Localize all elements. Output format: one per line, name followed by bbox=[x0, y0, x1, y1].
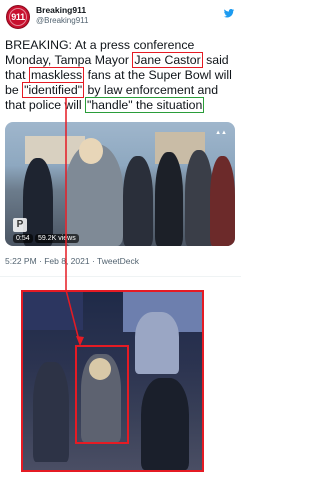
tweet-header: 911 Breaking911 @Breaking911 bbox=[6, 5, 235, 29]
network-logo-icon: ▲▲ bbox=[215, 130, 227, 136]
person bbox=[79, 138, 103, 164]
account-name[interactable]: Breaking911 bbox=[36, 5, 86, 15]
person bbox=[185, 150, 213, 246]
avatar-text: 911 bbox=[11, 12, 25, 22]
highlight-box bbox=[75, 345, 129, 444]
avatar[interactable]: 911 bbox=[6, 5, 30, 29]
fan-figure bbox=[141, 378, 189, 470]
highlight-jane-castor: Jane Castor bbox=[132, 51, 203, 68]
person bbox=[23, 158, 53, 246]
account-handle[interactable]: @Breaking911 bbox=[36, 16, 88, 25]
tweet-meta[interactable]: 5:22 PM · Feb 8, 2021 · TweetDeck bbox=[5, 256, 139, 266]
divider bbox=[0, 276, 241, 277]
video-player[interactable]: ▲▲ P 0:54 59.2K views bbox=[5, 122, 235, 246]
fan-figure bbox=[33, 362, 69, 462]
channel-logo: P bbox=[13, 218, 27, 232]
person bbox=[210, 156, 235, 246]
video-duration: 0:54 bbox=[13, 234, 33, 243]
twitter-bird-icon bbox=[223, 9, 235, 18]
crowd-photo bbox=[21, 290, 204, 472]
person bbox=[155, 152, 183, 246]
person bbox=[123, 156, 153, 246]
background-sign bbox=[23, 292, 83, 330]
highlight-identified: "identified" bbox=[22, 81, 85, 98]
fan-figure bbox=[135, 312, 179, 374]
tweet-text: BREAKING: At a press conference Monday, … bbox=[5, 38, 237, 113]
video-views: 59.2K views bbox=[35, 234, 79, 243]
highlight-handle-situation: "handle" the situation bbox=[84, 96, 205, 113]
highlight-maskless: maskless bbox=[28, 66, 85, 83]
